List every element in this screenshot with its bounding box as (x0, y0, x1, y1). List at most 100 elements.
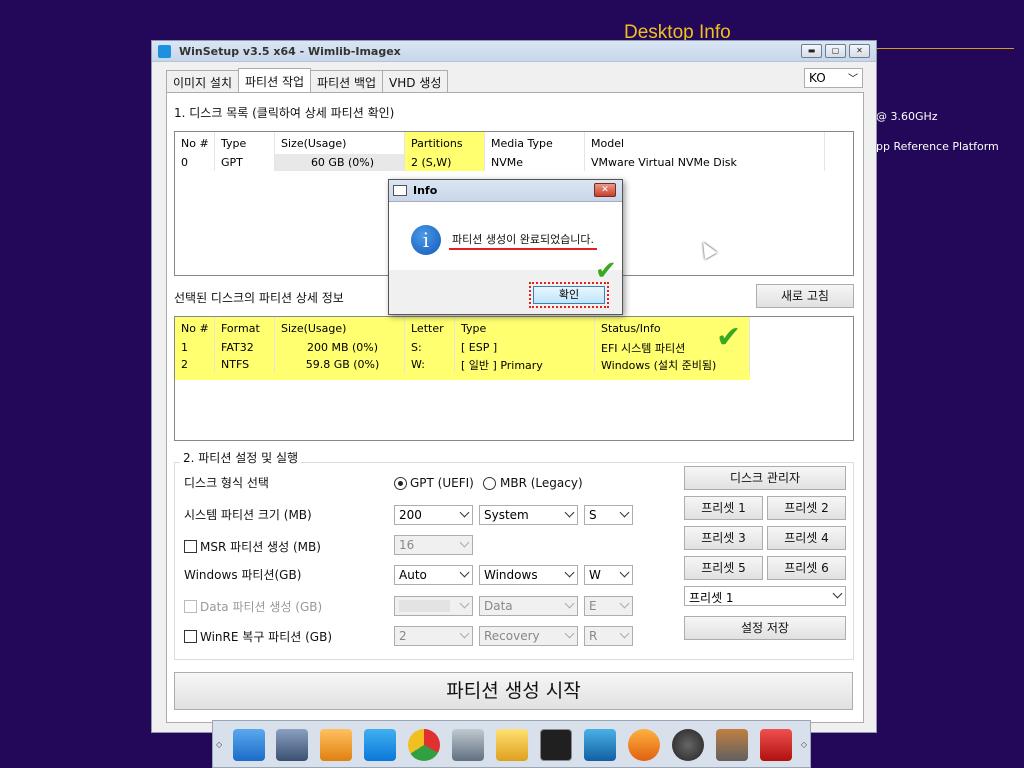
winre-checkbox[interactable] (184, 630, 197, 643)
close-button[interactable]: ✕ (849, 44, 870, 58)
sys-name-select[interactable]: System (479, 505, 578, 525)
settings-icon[interactable] (672, 729, 704, 761)
col-format[interactable]: Format (215, 317, 275, 339)
chevron-down-icon (619, 628, 630, 639)
windows-icon[interactable] (364, 729, 396, 761)
minimize-button[interactable]: ▬ (801, 44, 822, 58)
col-letter[interactable]: Letter (405, 317, 455, 339)
preset-1-button[interactable]: 프리셋 1 (684, 496, 763, 520)
winre-letter-select: R (584, 626, 633, 646)
hammer-icon[interactable] (716, 729, 748, 761)
dialog-close-button[interactable]: ✕ (594, 183, 616, 197)
partition-detail-title: 선택된 디스크의 파티션 상세 정보 (174, 291, 344, 305)
win-letter-select[interactable]: W (584, 565, 633, 585)
preset-3-button[interactable]: 프리셋 3 (684, 526, 763, 550)
mbr-radio-label[interactable]: MBR (Legacy) (500, 476, 583, 490)
col-no[interactable]: No # (175, 317, 215, 339)
tools-icon[interactable] (452, 729, 484, 761)
col-size[interactable]: Size(Usage) (275, 132, 405, 154)
setup-tool-icon[interactable] (276, 729, 308, 761)
refresh-button[interactable]: 새로 고침 (756, 284, 854, 308)
power-icon[interactable] (760, 729, 792, 761)
win-name-select[interactable]: Windows (479, 565, 578, 585)
app-icon (158, 44, 171, 58)
winsetup-icon[interactable] (233, 729, 265, 761)
winre-label[interactable]: WinRE 복구 파티션 (GB) (200, 628, 332, 645)
cell-format: NTFS (215, 356, 275, 373)
col-type[interactable]: Type (455, 317, 595, 339)
sys-part-label: 시스템 파티션 크기 (MB) (184, 508, 312, 522)
chevron-down-icon (564, 628, 575, 639)
save-settings-button[interactable]: 설정 저장 (684, 616, 846, 640)
desktop-cpu-text: @ 3.60GHz (876, 110, 938, 123)
tab-image-install[interactable]: 이미지 설치 (166, 70, 240, 92)
title-bar[interactable]: WinSetup v3.5 x64 - Wimlib-Imagex ▬ ▢ ✕ (152, 41, 876, 62)
win-size-select[interactable]: Auto (394, 565, 473, 585)
chevron-down-icon (564, 507, 575, 518)
cmd-icon[interactable] (540, 729, 572, 761)
ok-button[interactable]: 확인 (533, 286, 605, 304)
window-title: WinSetup v3.5 x64 - Wimlib-Imagex (179, 44, 401, 58)
col-no[interactable]: No # (175, 132, 215, 154)
data-name-select: Data (479, 596, 578, 616)
mbr-radio[interactable] (483, 477, 496, 490)
disk-list-header: No # Type Size(Usage) Partitions Media T… (175, 132, 853, 154)
disk-format-label: 디스크 형식 선택 (184, 476, 269, 490)
language-value: KO (809, 71, 826, 85)
col-type[interactable]: Type (215, 132, 275, 154)
chrome-icon[interactable] (408, 729, 440, 761)
table-row[interactable]: 2 NTFS 59.8 GB (0%) W: [ 일반 ] Primary Wi… (175, 356, 853, 373)
checkmark-icon: ✔ (716, 320, 742, 355)
data-size-select (394, 596, 473, 616)
info-icon: i (411, 225, 441, 255)
cell-partitions: 2 (S,W) (405, 154, 485, 171)
msr-label[interactable]: MSR 파티션 생성 (MB) (200, 538, 321, 555)
settings-group-title: 2. 파티션 설정 및 실행 (180, 449, 302, 466)
preset-4-button[interactable]: 프리셋 4 (767, 526, 846, 550)
msr-size-select: 16 (394, 535, 473, 555)
table-row[interactable]: 0 GPT 60 GB (0%) 2 (S,W) NVMe VMware Vir… (175, 154, 853, 171)
sys-letter-select[interactable]: S (584, 505, 633, 525)
maximize-button[interactable]: ▢ (825, 44, 846, 58)
partition-list-view[interactable]: No # Format Size(Usage) Letter Type Stat… (174, 316, 854, 441)
tab-vhd-create[interactable]: VHD 생성 (382, 70, 449, 92)
tab-partition-work[interactable]: 파티션 작업 (238, 68, 312, 92)
language-select[interactable]: KO ﹀ (804, 68, 863, 88)
left-arrow-icon[interactable]: ◇ (216, 740, 222, 749)
winre-size-select: 2 (394, 626, 473, 646)
chevron-down-icon (459, 598, 470, 609)
preset-select[interactable]: 프리셋 1 (684, 586, 846, 606)
cell-no: 0 (175, 154, 215, 171)
col-model[interactable]: Model (585, 132, 825, 154)
disk-management-button[interactable]: 디스크 관리자 (684, 466, 846, 490)
chevron-down-icon (459, 537, 470, 548)
sys-name-value: System (484, 508, 529, 522)
cell-no: 2 (175, 356, 215, 373)
msr-checkbox[interactable] (184, 540, 197, 553)
right-arrow-icon[interactable]: ◇ (801, 740, 807, 749)
win-part-label: Windows 파티션(GB) (184, 568, 302, 582)
tab-bar: 이미지 설치 파티션 작업 파티션 백업 VHD 생성 (166, 68, 449, 92)
col-size[interactable]: Size(Usage) (275, 317, 405, 339)
preset-5-button[interactable]: 프리셋 5 (684, 556, 763, 580)
dialog-title-bar[interactable]: Info ✕ (389, 180, 622, 202)
cell-model: VMware Virtual NVMe Disk (585, 154, 825, 171)
tab-partition-backup[interactable]: 파티션 백업 (310, 70, 384, 92)
preset-6-button[interactable]: 프리셋 6 (767, 556, 846, 580)
start-partition-button[interactable]: 파티션 생성 시작 (174, 672, 853, 710)
usb-icon[interactable] (320, 729, 352, 761)
preset-2-button[interactable]: 프리셋 2 (767, 496, 846, 520)
table-row[interactable]: 1 FAT32 200 MB (0%) S: [ ESP ] EFI 시스템 파… (175, 339, 853, 356)
chevron-down-icon (619, 598, 630, 609)
gpt-radio-label[interactable]: GPT (UEFI) (410, 476, 474, 490)
sys-size-select[interactable]: 200 (394, 505, 473, 525)
sync-icon[interactable] (628, 729, 660, 761)
explorer-icon[interactable] (496, 729, 528, 761)
display-icon[interactable] (584, 729, 616, 761)
sys-letter-value: S (589, 508, 597, 522)
col-media-type[interactable]: Media Type (485, 132, 585, 154)
col-partitions[interactable]: Partitions (405, 132, 485, 154)
cell-letter: S: (405, 339, 455, 356)
gpt-radio[interactable] (394, 477, 407, 490)
msr-size-value: 16 (399, 538, 415, 552)
